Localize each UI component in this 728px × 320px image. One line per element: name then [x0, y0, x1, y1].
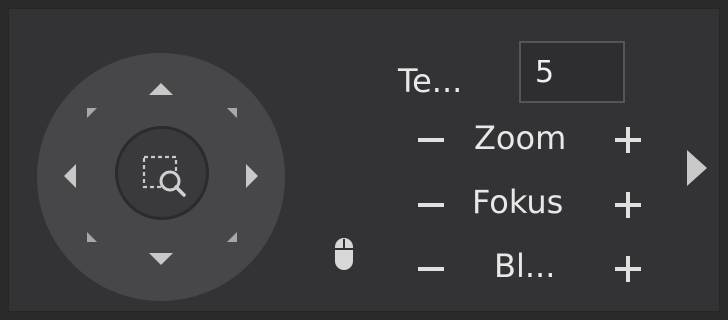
arrow-down-icon[interactable] — [141, 240, 181, 280]
arrow-left-icon[interactable] — [51, 156, 91, 196]
iris-plus-button[interactable] — [613, 254, 643, 284]
zoom-region-button[interactable] — [115, 126, 209, 220]
iris-label: Bl... — [494, 247, 556, 285]
expand-arrow-icon[interactable] — [684, 148, 710, 192]
arrow-up-left-icon[interactable] — [73, 94, 113, 134]
speed-label: Te... — [398, 62, 463, 100]
arrow-right-icon[interactable] — [231, 156, 271, 196]
zoom-minus-button[interactable] — [416, 125, 446, 155]
speed-input[interactable] — [519, 41, 625, 103]
arrow-down-right-icon[interactable] — [211, 216, 251, 256]
focus-minus-button[interactable] — [416, 190, 446, 220]
zoom-label: Zoom — [474, 119, 567, 157]
arrow-up-icon[interactable] — [141, 68, 181, 108]
mouse-icon — [333, 236, 355, 276]
arrow-down-left-icon[interactable] — [73, 216, 113, 256]
iris-minus-button[interactable] — [416, 254, 446, 284]
zoom-region-icon — [142, 155, 186, 197]
zoom-plus-button[interactable] — [613, 125, 643, 155]
arrow-up-right-icon[interactable] — [211, 94, 251, 134]
focus-label: Fokus — [472, 183, 564, 221]
focus-plus-button[interactable] — [613, 190, 643, 220]
